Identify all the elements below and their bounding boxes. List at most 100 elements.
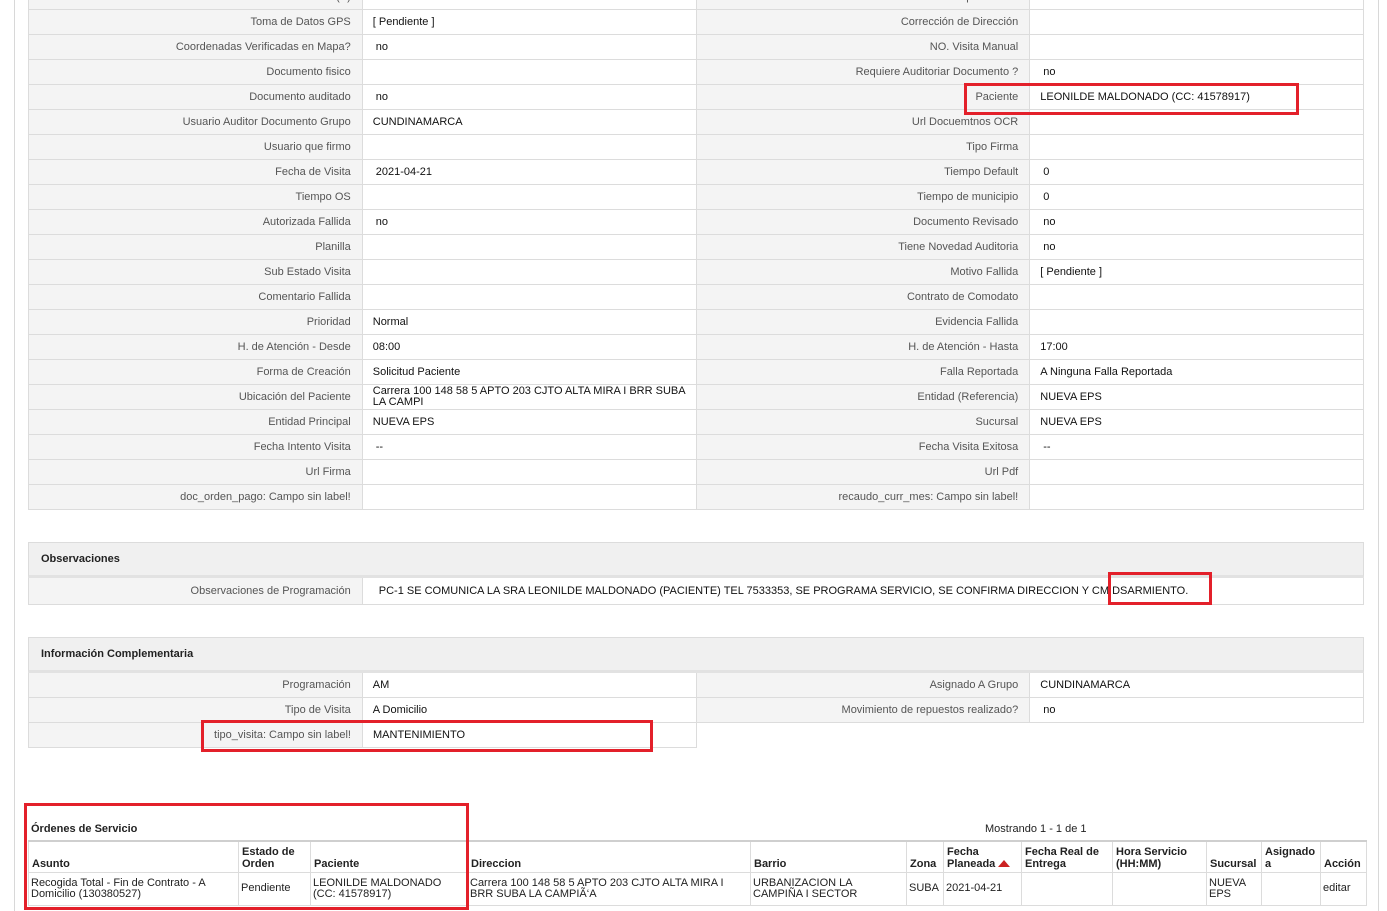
sort-ascending-icon[interactable] [998,860,1011,868]
observaciones-title: Observaciones [28,542,1364,578]
order-editar-link[interactable]: editar [1320,871,1367,906]
order-direccion: Carrera 100 148 58 5 APTO 203 CJTO ALTA … [467,871,751,906]
detail-left-value [362,285,697,310]
detail-left-value: no [362,35,697,60]
programacion-value: AM [362,673,697,698]
detail-right-label: Documento Revisado [696,210,1031,235]
detail-right-label: Requiere Auditoriar Documento ? [696,60,1031,85]
detail-row: Documento auditado no Paciente LEONILDE MAL… [29,85,1364,110]
detail-left-label: Url Firma [29,460,363,485]
detail-left-label: Sub Estado Visita [29,260,363,285]
detail-right-value [1030,460,1364,485]
detail-row: Comentario Fallida Contrato de Comodato [29,285,1364,310]
detail-right-label: Contrato de Comodato [696,285,1031,310]
detail-right-label: Evidencia Fallida [696,310,1031,335]
col-header-direccion[interactable]: Direccion [467,840,751,873]
detail-row: Coordenadas Verificadas en Mapa? no NO. Vi… [29,35,1364,60]
detail-row: Sub Estado Visita Motivo Fallida[ Pendien… [29,260,1364,285]
detail-left-label: Ubicación del Paciente [29,385,363,410]
table-row: Recogida Total - Fin de Contrato - A Dom… [28,871,1367,906]
col-header-asunto[interactable]: Asunto [28,840,239,873]
movimiento-repuestos-label: Movimiento de repuestos realizado? [696,698,1031,723]
detail-row: Usuario Auditor Documento Grupo CUNDINAMA… [29,110,1364,135]
ordenes-pagination-info: Mostrando 1 - 1 de 1 [985,823,1087,835]
visit-detail-grid: Recaudo Auditado (S) Coordenadas Aprobada… [28,0,1364,510]
detail-right-value: no [1030,60,1364,85]
detail-left-value: -- [362,435,697,460]
detail-row: Entidad Principal NUEVA EPS Sucursal NUEVA … [29,410,1364,435]
asignado-grupo-value: CUNDINAMARCA [1030,673,1364,698]
detail-left-value: 2021-04-21 [362,160,697,185]
col-header-hora-servicio[interactable]: Hora Servicio (HH:MM) [1112,840,1207,873]
detail-right-value: 0 [1030,185,1364,210]
detail-left-value: Solicitud Paciente [362,360,697,385]
detail-right-label: Tipo Firma [696,135,1031,160]
col-header-zona[interactable]: Zona [906,840,944,873]
col-header-fecha-real[interactable]: Fecha Real de Entrega [1021,840,1113,873]
detail-right-value: no [1030,235,1364,260]
detail-left-label: Planilla [29,235,363,260]
observaciones-programacion-value: PC-1 SE COMUNICA LA SRA LEONILDE MALDONA… [362,578,1364,605]
detail-left-label: Autorizada Fallida [29,210,363,235]
detail-row: Forma de Creación Solicitud Paciente Falla… [29,360,1364,385]
detail-left-label: Documento fisico [29,60,363,85]
detail-right-value: LEONILDE MALDONADO (CC: 41578917) [1030,85,1364,110]
detail-left-value: [ Pendiente ] [362,10,697,35]
col-header-fecha-planeada[interactable]: Fecha Planeada [943,840,1022,873]
detail-left-value: CUNDINAMARCA [362,110,697,135]
detail-row: Ubicación del Paciente Carrera 100 148 58… [29,385,1364,410]
col-header-asignado[interactable]: Asignado a [1261,840,1321,873]
detail-left-label: Usuario que firmo [29,135,363,160]
observaciones-section: Observaciones Observaciones de Programac… [28,542,1364,605]
detail-right-value: 0 [1030,160,1364,185]
detail-right-label: Entidad (Referencia) [696,385,1031,410]
tipo-visita-raw-label: tipo_visita: Campo sin label! [29,723,363,748]
col-header-estado[interactable]: Estado de Orden [238,840,311,873]
detail-right-label: Tiempo de municipio [696,185,1031,210]
detail-right-label: Paciente [696,85,1031,110]
col-header-barrio[interactable]: Barrio [750,840,907,873]
detail-left-label: Documento auditado [29,85,363,110]
detail-row: Usuario que firmo Tipo Firma [29,135,1364,160]
ordenes-servicio-table: Asunto Estado de Orden Paciente Direccio… [28,840,1367,906]
detail-right-label: Url Docuemtnos OCR [696,110,1031,135]
ordenes-servicio-title: Órdenes de Servicio [31,823,138,835]
detail-row: Prioridad Normal Evidencia Fallida [29,310,1364,335]
detail-left-label: Entidad Principal [29,410,363,435]
detail-right-value: NUEVA EPS [1030,385,1364,410]
detail-row: Autorizada Fallida no Documento Revisado no [29,210,1364,235]
detail-left-label: Coordenadas Verificadas en Mapa? [29,35,363,60]
detail-left-label: Prioridad [29,310,363,335]
order-asignado [1261,871,1321,906]
detail-row: Recaudo Auditado (S) Coordenadas Aprobada… [29,0,1364,10]
observaciones-programacion-label: Observaciones de Programación [29,578,363,605]
detail-left-label: Recaudo Auditado (S) [29,0,363,10]
detail-row: Tiempo OS Tiempo de municipio 0 [29,185,1364,210]
detail-right-value [1030,110,1364,135]
detail-left-label: Fecha de Visita [29,160,363,185]
col-header-accion: Acción [1320,840,1367,873]
detail-right-value [1030,10,1364,35]
detail-right-label: Tiempo Default [696,160,1031,185]
detail-row: H. de Atención - Desde 08:00 H. de Atenció… [29,335,1364,360]
detail-right-value: [ Pendiente ] [1030,260,1364,285]
detail-right-label: Corrección de Dirección [696,10,1031,35]
col-header-paciente[interactable]: Paciente [310,840,468,873]
col-header-sucursal[interactable]: Sucursal [1206,840,1262,873]
tipo-visita-raw-value: MANTENIMIENTO [363,723,697,748]
detail-row: Fecha Intento Visita -- Fecha Visita Exito… [29,435,1364,460]
order-paciente: LEONILDE MALDONADO (CC: 41578917) [310,871,468,906]
order-zona: SUBA [906,871,944,906]
detail-right-label: Tiene Novedad Auditoria [696,235,1031,260]
detail-right-value [1030,35,1364,60]
order-sucursal: NUEVA EPS [1206,871,1262,906]
detail-right-value: A Ninguna Falla Reportada [1030,360,1364,385]
detail-right-label: Fecha Visita Exitosa [696,435,1031,460]
detail-right-label: H. de Atención - Hasta [696,335,1031,360]
detail-left-label: Fecha Intento Visita [29,435,363,460]
detail-left-label: Usuario Auditor Documento Grupo [29,110,363,135]
detail-left-value [362,135,697,160]
detail-left-value [362,235,697,260]
detail-left-label: Forma de Creación [29,360,363,385]
detail-left-value: NUEVA EPS [362,410,697,435]
